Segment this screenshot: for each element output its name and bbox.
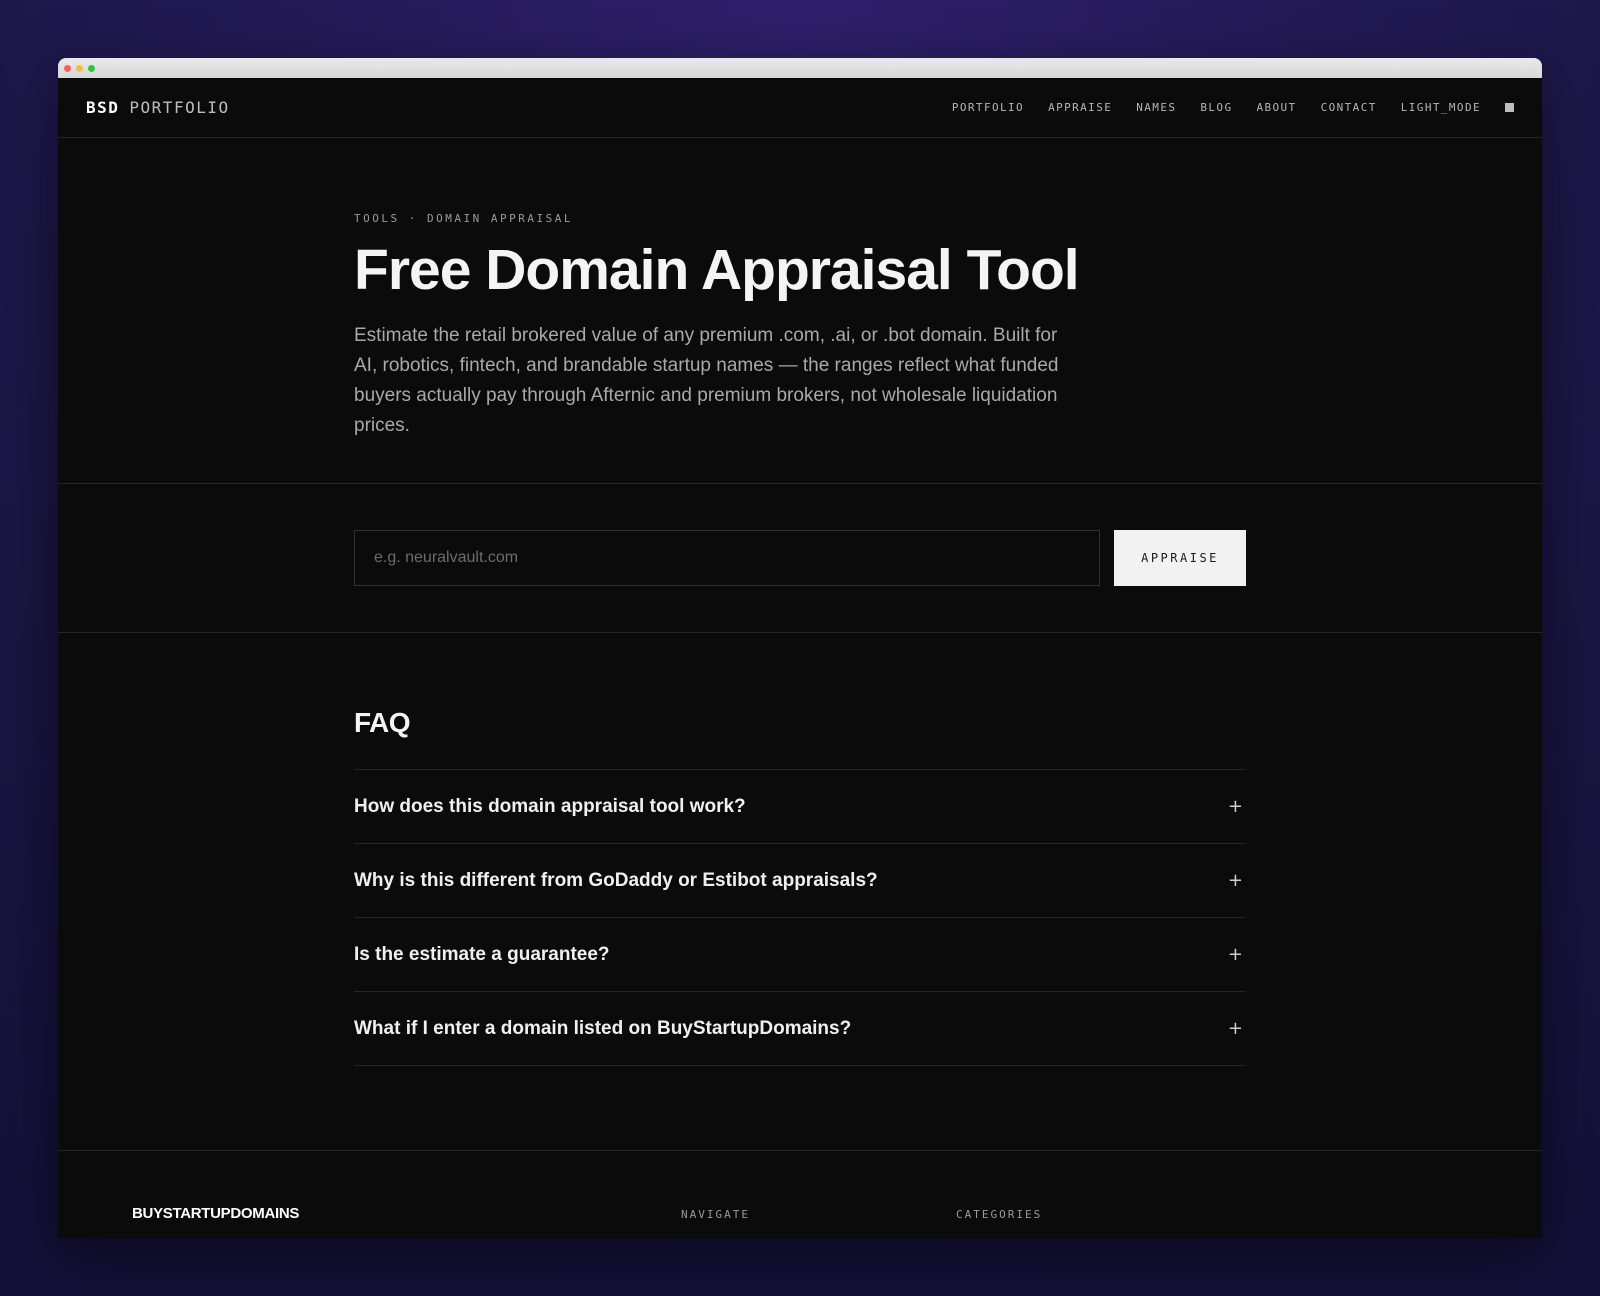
footer-heading-categories: CATEGORIES bbox=[956, 1208, 1043, 1221]
nav-link-about[interactable]: ABOUT bbox=[1256, 101, 1296, 114]
page-description: Estimate the retail brokered value of an… bbox=[354, 324, 1059, 436]
top-nav: BSD PORTFOLIO PORTFOLIO APPRAISE NAMES BL… bbox=[58, 78, 1542, 138]
nav-link-blog[interactable]: BLOG bbox=[1200, 101, 1232, 114]
footer-heading-navigate: NAVIGATE bbox=[681, 1208, 750, 1221]
brand-logo-link[interactable]: BSD PORTFOLIO bbox=[86, 98, 230, 117]
faq-section: FAQ How does this domain appraisal tool … bbox=[58, 633, 1542, 1151]
hero-section: TOOLS · DOMAIN APPRAISAL Free Domain App… bbox=[58, 138, 1542, 484]
faq-question: What if I enter a domain listed on BuySt… bbox=[354, 1017, 852, 1039]
appraise-button[interactable]: APPRAISE bbox=[1114, 530, 1246, 586]
faq-item[interactable]: How does this domain appraisal tool work… bbox=[354, 770, 1245, 844]
faq-question: How does this domain appraisal tool work… bbox=[354, 795, 746, 817]
nav-link-contact[interactable]: CONTACT bbox=[1321, 101, 1377, 114]
nav-links: PORTFOLIO APPRAISE NAMES BLOG ABOUT CONT… bbox=[952, 101, 1514, 114]
faq-question: Is the estimate a guarantee? bbox=[354, 943, 610, 965]
nav-link-light-mode[interactable]: LIGHT_MODE bbox=[1401, 101, 1481, 114]
plus-icon[interactable]: + bbox=[1228, 1018, 1243, 1039]
faq-question: Why is this different from GoDaddy or Es… bbox=[354, 869, 878, 891]
minimize-window-button[interactable] bbox=[76, 64, 83, 72]
plus-icon[interactable]: + bbox=[1228, 796, 1243, 817]
browser-window: BSD PORTFOLIO PORTFOLIO APPRAISE NAMES BL… bbox=[58, 58, 1542, 1238]
faq-item[interactable]: What if I enter a domain listed on BuySt… bbox=[354, 992, 1245, 1066]
faq-item[interactable]: Why is this different from GoDaddy or Es… bbox=[354, 844, 1245, 918]
nav-link-portfolio[interactable]: PORTFOLIO bbox=[952, 101, 1024, 114]
plus-icon[interactable]: + bbox=[1228, 870, 1243, 891]
footer-brand-link[interactable]: BUYSTARTUPDOMAINS bbox=[132, 1205, 299, 1222]
nav-link-names[interactable]: NAMES bbox=[1136, 101, 1176, 114]
faq-list: How does this domain appraisal tool work… bbox=[354, 769, 1245, 1066]
window-titlebar bbox=[58, 58, 1542, 78]
plus-icon[interactable]: + bbox=[1228, 944, 1243, 965]
close-window-button[interactable] bbox=[64, 64, 71, 72]
faq-item[interactable]: Is the estimate a guarantee? + bbox=[354, 918, 1245, 992]
maximize-window-button[interactable] bbox=[88, 64, 95, 72]
page-title: Free Domain Appraisal Tool bbox=[354, 238, 1080, 302]
brand-secondary: PORTFOLIO bbox=[129, 98, 230, 117]
brand-primary: BSD bbox=[86, 98, 120, 117]
appraisal-form: APPRAISE bbox=[58, 484, 1542, 633]
square-icon[interactable] bbox=[1505, 103, 1514, 112]
domain-input[interactable] bbox=[354, 530, 1100, 586]
faq-heading: FAQ bbox=[354, 707, 411, 738]
site-footer: BUYSTARTUPDOMAINS NAVIGATE CATEGORIES bbox=[58, 1151, 1542, 1238]
nav-link-appraise[interactable]: APPRAISE bbox=[1048, 101, 1112, 114]
breadcrumb: TOOLS · DOMAIN APPRAISAL bbox=[354, 212, 573, 225]
